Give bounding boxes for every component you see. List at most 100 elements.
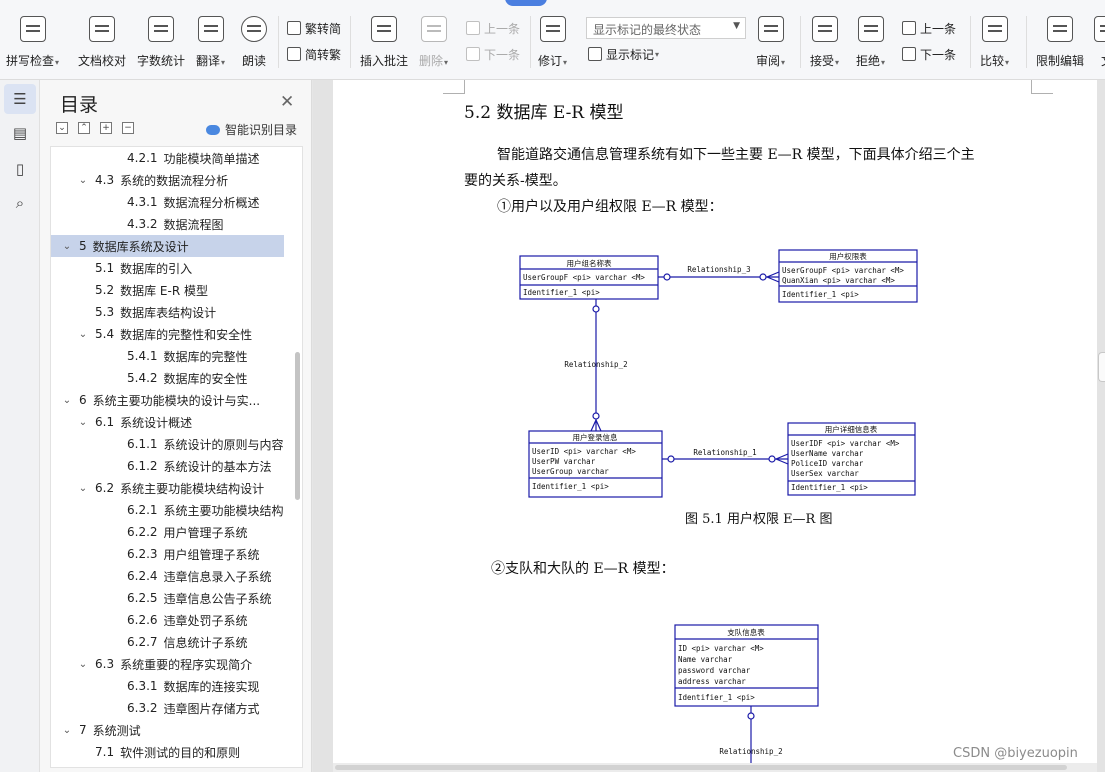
er-entity-title: 用户详细信息表 xyxy=(825,424,878,434)
expand-all-icon[interactable]: ⌃ xyxy=(78,122,90,134)
more-ribbon-button[interactable]: 文 xyxy=(1094,14,1105,76)
reject-button[interactable]: 拒绝▾ xyxy=(856,14,885,76)
toc-item[interactable]: ⌄ 4.3 系统的数据流程分析 xyxy=(51,169,284,191)
toc-item[interactable]: 5.3 数据库表结构设计 xyxy=(51,301,284,323)
toc-item[interactable]: 6.1.2 系统设计的基本方法 xyxy=(51,455,284,477)
word-count-label: 字数统计 xyxy=(137,54,186,68)
simp-to-trad-button[interactable]: 简转繁 xyxy=(287,45,341,63)
toc-item[interactable]: 7.1 软件测试的目的和原则 xyxy=(51,741,284,763)
toc-item[interactable]: 6.2.2 用户管理子系统 xyxy=(51,521,284,543)
toc-item[interactable]: ⌄ 6.2 系统主要功能模块结构设计 xyxy=(51,477,284,499)
prev-change-button[interactable]: 上一条 xyxy=(902,19,956,37)
accept-check-icon xyxy=(811,16,838,42)
show-markup-button[interactable]: 显示标记 ▾ xyxy=(588,45,659,63)
delete-comment-button[interactable]: 删除▾ xyxy=(419,14,448,76)
margin-corner-mark xyxy=(1031,80,1053,94)
toc-rail-button[interactable]: ☰ xyxy=(4,84,36,114)
compare-icon xyxy=(981,16,1008,42)
bookmark-rail-button[interactable]: ▯ xyxy=(4,154,36,184)
chevron-down-icon[interactable]: ⌄ xyxy=(77,659,89,670)
toc-item[interactable]: 4.3.1 数据流程分析概述 xyxy=(51,191,284,213)
toc-item-label: 系统重要的程序实现简介 xyxy=(120,657,253,672)
next-comment-button[interactable]: 下一条 xyxy=(466,45,520,63)
toc-item-label: 数据库系统及设计 xyxy=(92,239,189,254)
collapse-all-icon[interactable]: ⌄ xyxy=(56,122,68,134)
document-page[interactable]: 5.2 数据库 E-R 模型 智能道路交通信息管理系统有如下一些主要 E—R 模… xyxy=(333,80,1097,772)
reject-icon xyxy=(857,16,884,42)
toc-item[interactable]: ⌄ 5 数据库系统及设计 xyxy=(51,235,284,257)
smart-toc-button[interactable]: 智能识别目录 xyxy=(206,121,297,138)
toc-item[interactable]: 6.3.2 违章图片存储方式 xyxy=(51,697,284,719)
translate-icon xyxy=(197,16,224,42)
toc-item[interactable]: ⌄ 6.1 系统设计概述 xyxy=(51,411,284,433)
add-heading-icon[interactable]: + xyxy=(100,122,112,134)
chevron-down-icon[interactable]: ⌄ xyxy=(77,417,89,428)
chevron-down-icon[interactable]: ⌄ xyxy=(77,175,89,186)
toc-item-number: 5 xyxy=(79,239,87,253)
next-change-button[interactable]: 下一条 xyxy=(902,45,956,63)
toc-item[interactable]: ⌄ 7 系统测试 xyxy=(51,719,284,741)
toc-item[interactable]: 5.4.2 数据库的安全性 xyxy=(51,367,284,389)
scrollbar-thumb[interactable] xyxy=(335,765,1067,770)
trad-simp-icon xyxy=(287,21,301,35)
er-relationship-label: Relationship_3 xyxy=(687,265,750,274)
read-aloud-button[interactable]: 朗读 xyxy=(241,14,267,76)
insert-comment-button[interactable]: 插入批注 xyxy=(360,14,408,76)
er-attr: password varchar xyxy=(678,666,751,675)
toc-item-label: 系统的数据流程分析 xyxy=(120,173,229,188)
toc-item[interactable]: 6.2.7 信息统计子系统 xyxy=(51,631,284,653)
read-aloud-label: 朗读 xyxy=(241,54,266,68)
translate-button[interactable]: 翻译▾ xyxy=(196,14,225,76)
toc-item[interactable]: 6.2.6 违章处罚子系统 xyxy=(51,609,284,631)
prev-change-icon xyxy=(902,21,916,35)
track-changes-button[interactable]: 修订▾ xyxy=(538,14,567,76)
translate-label: 翻译 xyxy=(196,54,221,68)
toc-item[interactable]: ⌄ 6 系统主要功能模块的设计与实... xyxy=(51,389,284,411)
spell-check-button[interactable]: 拼写检查▾ xyxy=(6,14,59,76)
find-rail-button[interactable]: ⌕ xyxy=(4,188,36,218)
toc-item-label: 违章图片存储方式 xyxy=(163,701,260,716)
search-icon: ⌕ xyxy=(15,194,25,212)
toc-item[interactable]: 6.1.1 系统设计的原则与内容 xyxy=(51,433,284,455)
prev-comment-button[interactable]: 上一条 xyxy=(466,19,520,37)
close-icon[interactable]: ✕ xyxy=(280,92,294,112)
toc-item[interactable]: 5.2 数据库 E-R 模型 xyxy=(51,279,284,301)
chevron-down-icon[interactable]: ⌄ xyxy=(61,725,73,736)
doc-proof-button[interactable]: 文档校对 xyxy=(78,14,126,76)
side-panel-handle[interactable] xyxy=(1098,352,1105,382)
markup-mode-select[interactable]: 显示标记的最终状态 ▼ xyxy=(586,17,746,39)
er-relationship-label: Relationship_2 xyxy=(719,747,782,756)
toc-scrollbar[interactable] xyxy=(295,352,300,500)
toc-item-label: 数据库的完整性和安全性 xyxy=(120,327,253,342)
toc-item[interactable]: 6.2.5 违章信息公告子系统 xyxy=(51,587,284,609)
toc-item[interactable]: 4.2.1 功能模块简单描述 xyxy=(51,147,284,169)
chevron-down-icon[interactable]: ⌄ xyxy=(77,483,89,494)
trad-to-simp-button[interactable]: 繁转简 xyxy=(287,19,341,37)
reject-label: 拒绝 xyxy=(856,54,881,68)
compare-button[interactable]: 比较▾ xyxy=(980,14,1009,76)
toc-item[interactable]: 4.3.2 数据流程图 xyxy=(51,213,284,235)
tab-review-active[interactable] xyxy=(505,0,547,6)
toc-item[interactable]: 6.2.1 系统主要功能模块结构 xyxy=(51,499,284,521)
restrict-edit-button[interactable]: 限制编辑 xyxy=(1036,14,1084,76)
doc-proof-icon xyxy=(89,16,115,42)
toc-item[interactable]: 6.2.3 用户组管理子系统 xyxy=(51,543,284,565)
horizontal-scrollbar[interactable] xyxy=(333,763,1097,772)
toc-item[interactable]: ⌄ 6.3 系统重要的程序实现简介 xyxy=(51,653,284,675)
word-count-button[interactable]: 字数统计 xyxy=(137,14,185,76)
er-entity-title: 用户组名称表 xyxy=(567,258,612,268)
toc-item[interactable]: 6.2.4 违章信息录入子系统 xyxy=(51,565,284,587)
toc-item[interactable]: 6.3.1 数据库的连接实现 xyxy=(51,675,284,697)
chevron-down-icon[interactable]: ⌄ xyxy=(77,329,89,340)
accept-button[interactable]: 接受▾ xyxy=(810,14,839,76)
review-pane-button[interactable]: 审阅▾ xyxy=(756,14,785,76)
toc-item[interactable]: 5.1 数据库的引入 xyxy=(51,257,284,279)
remove-heading-icon[interactable]: − xyxy=(122,122,134,134)
chevron-down-icon[interactable]: ⌄ xyxy=(61,395,73,406)
toc-item[interactable]: 5.4.1 数据库的完整性 xyxy=(51,345,284,367)
outline-rail-button[interactable]: ▤ xyxy=(4,118,36,148)
toc-item-number: 7 xyxy=(79,723,87,737)
chevron-down-icon[interactable]: ⌄ xyxy=(61,241,73,252)
watermark-text: CSDN @biyezuopin xyxy=(953,746,1078,761)
toc-item[interactable]: ⌄ 5.4 数据库的完整性和安全性 xyxy=(51,323,284,345)
